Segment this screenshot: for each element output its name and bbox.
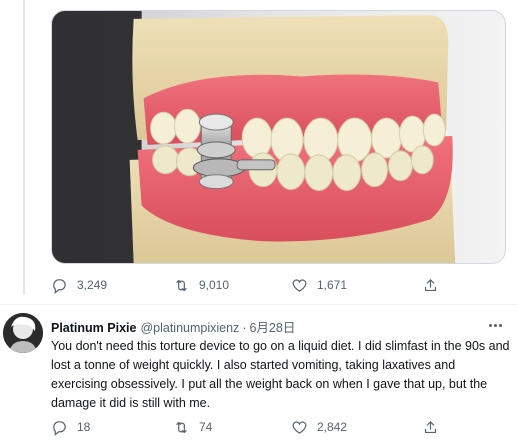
display-name[interactable]: Platinum Pixie bbox=[51, 321, 136, 335]
avatar-photo bbox=[3, 313, 43, 353]
heart-icon bbox=[292, 279, 307, 292]
share-button[interactable] bbox=[422, 277, 439, 294]
user-handle[interactable]: @platinumpixienz bbox=[140, 321, 239, 335]
reply-button[interactable]: 18 bbox=[51, 419, 90, 436]
reply-button[interactable]: 3,249 bbox=[51, 277, 107, 294]
tweet-media-image[interactable] bbox=[51, 10, 506, 264]
retweet-count: 9,010 bbox=[199, 278, 230, 292]
thread-rail bbox=[0, 0, 50, 443]
like-button[interactable]: 1,671 bbox=[291, 277, 347, 294]
reply-count: 18 bbox=[77, 420, 91, 434]
retweet-button[interactable]: 74 bbox=[173, 419, 212, 436]
reply-count: 3,249 bbox=[77, 278, 108, 292]
retweet-button[interactable]: 9,010 bbox=[173, 277, 229, 294]
reply-tweet-text: You don't need this torture device to go… bbox=[51, 339, 510, 410]
share-icon bbox=[424, 278, 437, 291]
share-icon bbox=[424, 420, 437, 433]
reply-icon bbox=[53, 278, 66, 294]
retweet-icon bbox=[176, 421, 187, 433]
thread-line bbox=[23, 0, 25, 295]
retweet-icon bbox=[176, 279, 187, 291]
like-button[interactable]: 2,842 bbox=[291, 419, 347, 436]
avatar[interactable] bbox=[3, 313, 43, 353]
reply-icon bbox=[53, 420, 66, 436]
like-count: 2,842 bbox=[317, 420, 348, 434]
tweet-date[interactable]: 6月28日 bbox=[249, 317, 295, 336]
reply-action-bar: 18 74 2,842 bbox=[51, 416, 506, 438]
reply-header: Platinum Pixie @platinumpixienz · 6月28日 bbox=[51, 317, 295, 335]
tweet-divider bbox=[0, 304, 517, 305]
separator-dot: · bbox=[242, 321, 247, 335]
tweet-action-bar: 3,249 9,010 1,671 bbox=[51, 274, 506, 296]
like-count: 1,671 bbox=[317, 278, 348, 292]
heart-icon bbox=[292, 421, 307, 434]
retweet-count: 74 bbox=[199, 420, 213, 434]
more-icon[interactable] bbox=[485, 318, 505, 332]
share-button[interactable] bbox=[422, 419, 439, 436]
dental-model-photo bbox=[52, 11, 505, 263]
